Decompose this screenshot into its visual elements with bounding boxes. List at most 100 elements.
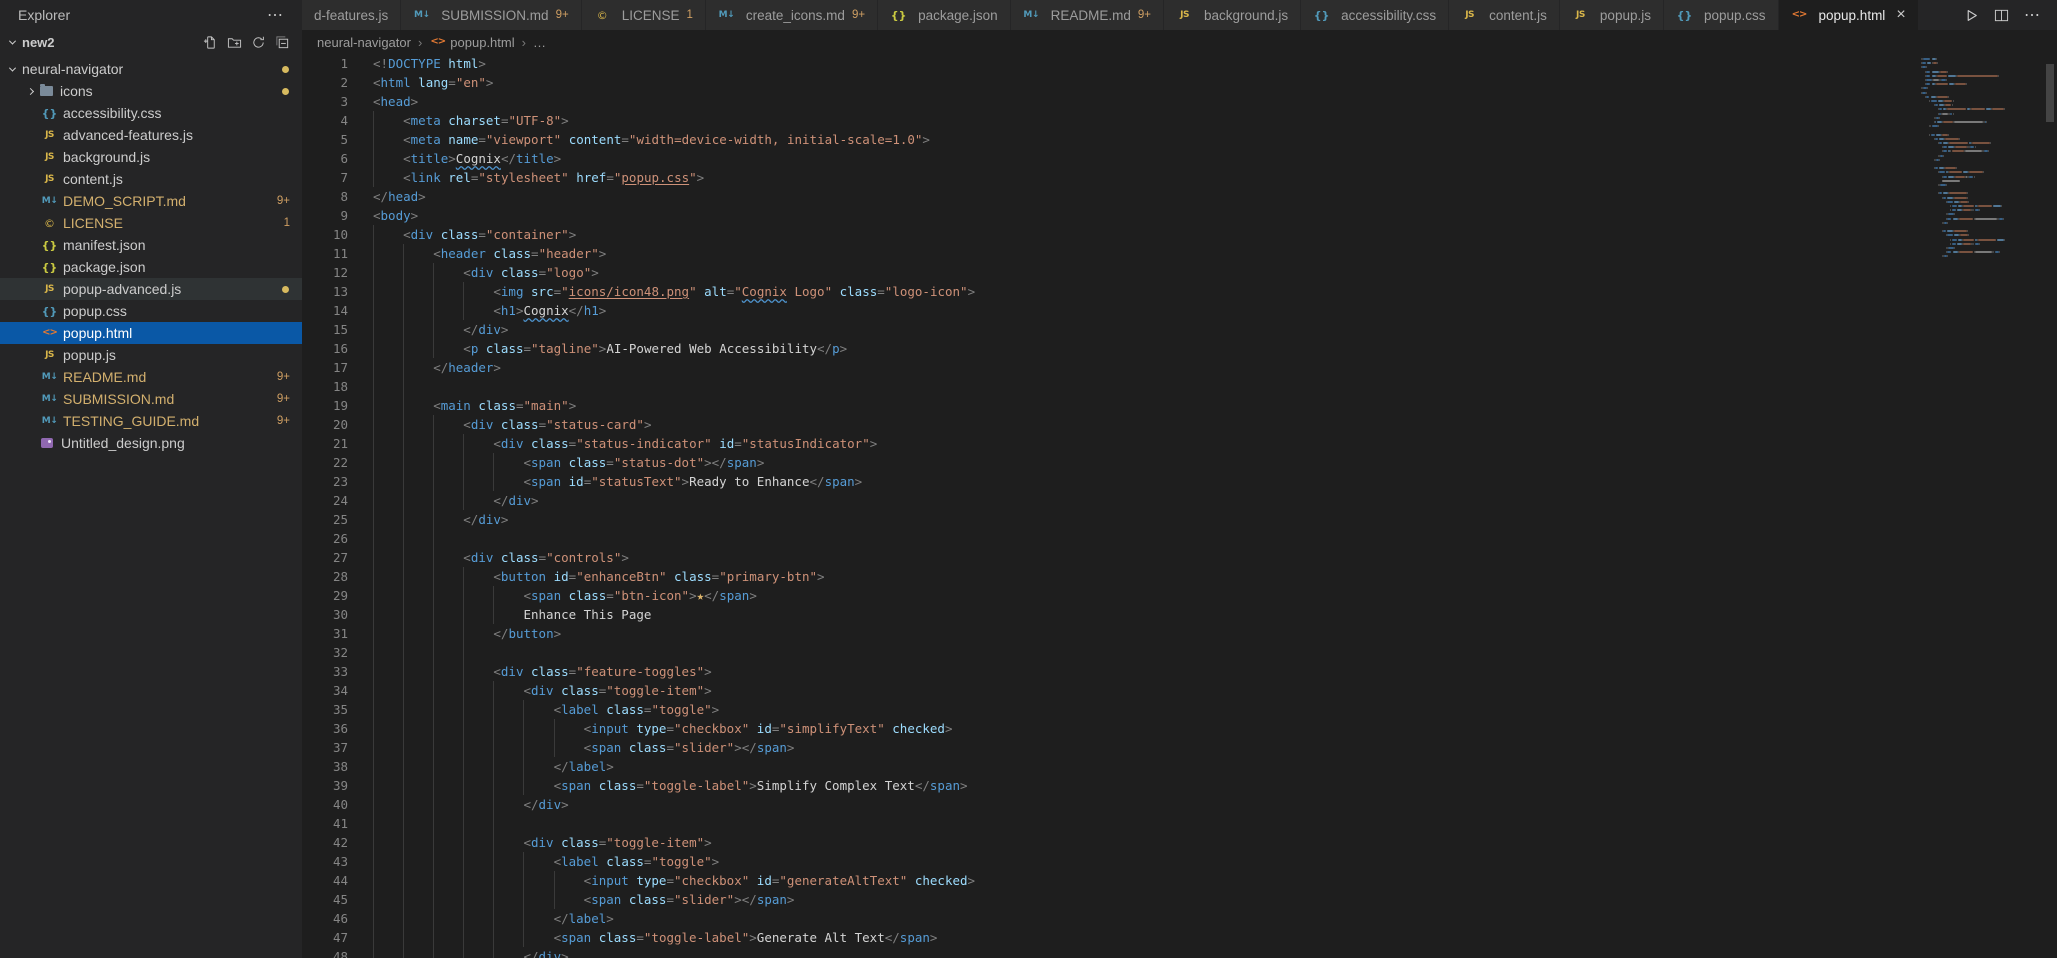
code-line[interactable]: 3 <head> — [302, 92, 2057, 111]
tab-create-icons-md[interactable]: M↓ create_icons.md 9+ — [705, 0, 879, 30]
code-line[interactable]: 40 </div> — [302, 795, 2057, 814]
code-line[interactable]: 16 <p class="tagline">AI-Powered Web Acce… — [302, 339, 2057, 358]
minimap[interactable] — [1921, 58, 2041, 318]
code-line[interactable]: 26 — [302, 529, 2057, 548]
tree-item-package-json[interactable]: {} package.json — [0, 256, 302, 278]
tab-submission-md[interactable]: M↓ SUBMISSION.md 9+ — [401, 0, 582, 30]
code-line[interactable]: 42 <div class="toggle-item"> — [302, 833, 2057, 852]
tree-item-content-js[interactable]: JS content.js — [0, 168, 302, 190]
code-line[interactable]: 17 </header> — [302, 358, 2057, 377]
tab-popup-js[interactable]: JS popup.js — [1559, 0, 1664, 30]
code-line[interactable]: 8 </head> — [302, 187, 2057, 206]
code-line[interactable]: 2 <html lang="en"> — [302, 73, 2057, 92]
line-number: 17 — [332, 360, 348, 375]
tree-item-license[interactable]: © LICENSE 1 — [0, 212, 302, 234]
tree-item-popup-advanced-js[interactable]: JS popup-advanced.js — [0, 278, 302, 300]
code-line[interactable]: 10 <div class="container"> — [302, 225, 2057, 244]
code-line[interactable]: 24 </div> — [302, 491, 2057, 510]
breadcrumb-item[interactable]: <> popup.html — [429, 35, 514, 50]
code-line[interactable]: 38 </label> — [302, 757, 2057, 776]
code-line[interactable]: 47 <span class="toggle-label">Generate Al… — [302, 928, 2057, 947]
collapse-all-icon[interactable] — [275, 35, 290, 50]
code-line[interactable]: 30 Enhance This Page — [302, 605, 2057, 624]
tab-popup-css[interactable]: {} popup.css — [1663, 0, 1779, 30]
tree-item-testing-guide-md[interactable]: M↓ TESTING_GUIDE.md 9+ — [0, 410, 302, 432]
tree-item-demo-script-md[interactable]: M↓ DEMO_SCRIPT.md 9+ — [0, 190, 302, 212]
tree-item-readme-md[interactable]: M↓ README.md 9+ — [0, 366, 302, 388]
code-line[interactable]: 7 <link rel="stylesheet" href="popup.css"… — [302, 168, 2057, 187]
tab-readme-md[interactable]: M↓ README.md 9+ — [1010, 0, 1165, 30]
code-line[interactable]: 46 </label> — [302, 909, 2057, 928]
tab-license[interactable]: © LICENSE 1 — [581, 0, 706, 30]
code-line[interactable]: 39 <span class="toggle-label">Simplify Co… — [302, 776, 2057, 795]
code-line[interactable]: 4 <meta charset="UTF-8"> — [302, 111, 2057, 130]
code-line[interactable]: 31 </button> — [302, 624, 2057, 643]
code-line[interactable]: 19 <main class="main"> — [302, 396, 2057, 415]
code-line[interactable]: 5 <meta name="viewport" content="width=de… — [302, 130, 2057, 149]
json-file-icon: {} — [41, 238, 58, 252]
breadcrumb-item[interactable]: … — [533, 35, 546, 50]
tree-item-popup-js[interactable]: JS popup.js — [0, 344, 302, 366]
tab-package-json[interactable]: {} package.json — [878, 0, 1011, 30]
tree-item-neural-navigator[interactable]: neural-navigator — [0, 58, 302, 80]
tree-item-accessibility-css[interactable]: {} accessibility.css — [0, 102, 302, 124]
tab-popup-html[interactable]: <> popup.html × — [1778, 0, 1919, 30]
line-number: 45 — [332, 892, 348, 907]
workspace-section-header[interactable]: new2 — [0, 30, 302, 55]
close-icon[interactable]: × — [1896, 7, 1905, 23]
code-line[interactable]: 9 <body> — [302, 206, 2057, 225]
tree-item-popup-css[interactable]: {} popup.css — [0, 300, 302, 322]
code-line[interactable]: 14 <h1>Cognix</h1> — [302, 301, 2057, 320]
code-line[interactable]: 1 <!DOCTYPE html> — [302, 54, 2057, 73]
tree-item-manifest-json[interactable]: {} manifest.json — [0, 234, 302, 256]
tree-item-icons[interactable]: icons — [0, 80, 302, 102]
new-folder-icon[interactable] — [227, 35, 242, 50]
code-line[interactable]: 48 </div> — [302, 947, 2057, 958]
tab-content-js[interactable]: JS content.js — [1449, 0, 1560, 30]
code-line[interactable]: 28 <button id="enhanceBtn" class="primary… — [302, 567, 2057, 586]
code-line[interactable]: 23 <span id="statusText">Ready to Enhance… — [302, 472, 2057, 491]
code-line[interactable]: 22 <span class="status-dot"></span> — [302, 453, 2057, 472]
code-editor[interactable]: 1 <!DOCTYPE html> 2 <html lang="en"> 3 <head>… — [302, 54, 2057, 958]
code-line[interactable]: 45 <span class="slider"></span> — [302, 890, 2057, 909]
tree-item-submission-md[interactable]: M↓ SUBMISSION.md 9+ — [0, 388, 302, 410]
code-line[interactable]: 36 <input type="checkbox" id="simplifyTex… — [302, 719, 2057, 738]
code-line[interactable]: 34 <div class="toggle-item"> — [302, 681, 2057, 700]
line-number: 3 — [340, 94, 348, 109]
code-line[interactable]: 32 — [302, 643, 2057, 662]
code-line[interactable]: 35 <label class="toggle"> — [302, 700, 2057, 719]
explorer-more-icon[interactable]: ⋯ — [267, 5, 284, 25]
code-line[interactable]: 44 <input type="checkbox" id="generateAlt… — [302, 871, 2057, 890]
new-file-icon[interactable] — [203, 35, 218, 50]
tree-item-untitled-design-png[interactable]: Untitled_design.png — [0, 432, 302, 454]
code-line[interactable]: 20 <div class="status-card"> — [302, 415, 2057, 434]
code-line[interactable]: 18 — [302, 377, 2057, 396]
tree-item-popup-html[interactable]: <> popup.html — [0, 322, 302, 344]
code-line[interactable]: 29 <span class="btn-icon">★</span> — [302, 586, 2057, 605]
code-line[interactable]: 37 <span class="slider"></span> — [302, 738, 2057, 757]
tree-item-advanced-features-js[interactable]: JS advanced-features.js — [0, 124, 302, 146]
refresh-icon[interactable] — [251, 35, 266, 50]
run-icon[interactable] — [1964, 8, 1979, 23]
code-line[interactable]: 27 <div class="controls"> — [302, 548, 2057, 567]
code-line[interactable]: 15 </div> — [302, 320, 2057, 339]
code-line[interactable]: 33 <div class="feature-toggles"> — [302, 662, 2057, 681]
breadcrumb-item[interactable]: neural-navigator — [317, 35, 411, 50]
line-number: 29 — [332, 588, 348, 603]
code-line[interactable]: 12 <div class="logo"> — [302, 263, 2057, 282]
code-line[interactable]: 6 <title>Cognix</title> — [302, 149, 2057, 168]
tab-accessibility-css[interactable]: {} accessibility.css — [1301, 0, 1450, 30]
tab-background-js[interactable]: JS background.js — [1164, 0, 1302, 30]
line-number: 31 — [332, 626, 348, 641]
tab-d-features-js[interactable]: d-features.js — [302, 0, 402, 30]
code-line[interactable]: 25 </div> — [302, 510, 2057, 529]
tree-item-background-js[interactable]: JS background.js — [0, 146, 302, 168]
split-editor-icon[interactable] — [1994, 8, 2009, 23]
scrollbar-thumb[interactable] — [2046, 64, 2054, 122]
more-actions-icon[interactable]: ⋯ — [2024, 5, 2041, 25]
code-line[interactable]: 43 <label class="toggle"> — [302, 852, 2057, 871]
code-line[interactable]: 41 — [302, 814, 2057, 833]
code-line[interactable]: 11 <header class="header"> — [302, 244, 2057, 263]
code-line[interactable]: 21 <div class="status-indicator" id="stat… — [302, 434, 2057, 453]
code-line[interactable]: 13 <img src="icons/icon48.png" alt="Cogni… — [302, 282, 2057, 301]
